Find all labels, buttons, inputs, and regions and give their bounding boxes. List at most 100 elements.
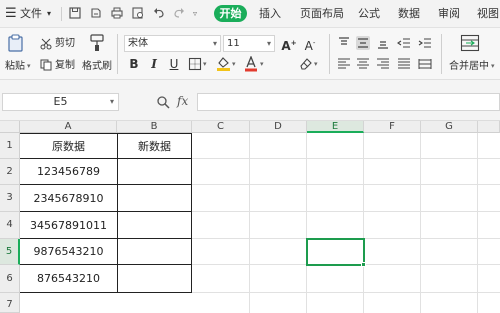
justify-icon[interactable] [397, 57, 411, 71]
cell-b6[interactable] [118, 266, 191, 292]
print-icon[interactable] [110, 6, 124, 20]
chevron-down-icon[interactable]: ▾ [203, 60, 207, 68]
column-header-a[interactable]: A [20, 121, 117, 133]
tab-insert[interactable]: 插入 [259, 7, 281, 21]
cell-b3[interactable] [118, 186, 191, 211]
cell-b1[interactable]: 新数据 [118, 135, 191, 158]
chevron-down-icon[interactable]: ▾ [491, 62, 495, 70]
bold-button[interactable]: B [128, 57, 140, 71]
fx-icon[interactable]: fx [177, 94, 188, 108]
table-border [20, 184, 192, 185]
row-header-4[interactable]: 4 [0, 212, 20, 239]
font-color-icon[interactable] [244, 56, 258, 72]
copy-button[interactable]: 复制 [55, 60, 75, 72]
fill-color-icon[interactable] [216, 56, 231, 72]
name-box[interactable]: E5 ▾ [2, 93, 119, 111]
quick-access-more-icon[interactable]: ▿ [193, 7, 197, 21]
cell-b4[interactable] [118, 213, 191, 238]
row-header-7[interactable]: 7 [0, 293, 20, 313]
align-top-icon[interactable] [337, 36, 351, 50]
cell-a1[interactable]: 原数据 [20, 135, 117, 158]
column-header-b[interactable]: B [117, 121, 192, 133]
column-header-f[interactable]: F [364, 121, 421, 133]
decrease-font-icon[interactable]: A- [302, 36, 318, 53]
scissors-icon[interactable] [40, 38, 52, 50]
column-header-overflow[interactable] [478, 121, 500, 133]
eraser-icon[interactable] [299, 57, 313, 71]
tab-home[interactable]: 开始 [214, 5, 247, 22]
selected-cell-e5[interactable] [306, 238, 365, 266]
indent-increase-icon[interactable] [418, 36, 432, 50]
export-icon[interactable] [89, 6, 103, 20]
paste-button[interactable]: 粘贴 [5, 61, 25, 73]
underline-button[interactable]: U [168, 57, 180, 71]
save-icon[interactable] [68, 6, 82, 20]
align-middle-icon[interactable] [356, 36, 370, 50]
chevron-down-icon[interactable]: ▾ [110, 94, 114, 110]
distributed-align-icon[interactable] [418, 57, 432, 71]
chevron-down-icon[interactable]: ▾ [232, 60, 236, 68]
select-all-corner[interactable] [0, 121, 20, 133]
format-painter-icon[interactable] [88, 33, 106, 53]
column-header-g[interactable]: G [421, 121, 478, 133]
cell-b2[interactable] [118, 160, 191, 184]
indent-decrease-icon[interactable] [397, 36, 411, 50]
chevron-down-icon[interactable]: ▾ [314, 60, 318, 68]
merge-cells-icon[interactable] [460, 34, 480, 52]
tab-data[interactable]: 数据 [398, 7, 420, 21]
format-painter-button[interactable]: 格式刷 [82, 61, 112, 73]
cell-a3[interactable]: 2345678910 [20, 186, 117, 211]
border-icon[interactable] [188, 57, 202, 71]
align-center-icon[interactable] [356, 57, 370, 71]
row-header-2[interactable]: 2 [0, 159, 20, 185]
fill-handle[interactable] [361, 262, 366, 267]
undo-icon[interactable] [152, 6, 166, 20]
cell-a5[interactable]: 9876543210 [20, 240, 117, 264]
paste-icon[interactable] [6, 33, 26, 53]
cell-b5[interactable] [118, 240, 191, 264]
row-header-5[interactable]: 5 [0, 239, 20, 265]
column-header-c[interactable]: C [192, 121, 250, 133]
increase-font-icon[interactable]: A+ [281, 36, 297, 53]
cut-button[interactable]: 剪切 [55, 38, 75, 50]
file-menu[interactable]: 文件 [20, 7, 42, 21]
tab-view[interactable]: 视图 [477, 7, 499, 21]
cell-a4[interactable]: 34567891011 [20, 213, 117, 238]
gridline [306, 133, 307, 313]
align-right-icon[interactable] [376, 57, 390, 71]
row-header-1[interactable]: 1 [0, 133, 20, 159]
chevron-down-icon[interactable]: ▾ [47, 7, 51, 21]
table-border [20, 292, 192, 293]
chevron-down-icon[interactable]: ▾ [27, 62, 31, 70]
copy-icon[interactable] [40, 59, 52, 71]
row-header-3[interactable]: 3 [0, 185, 20, 212]
cell-a2[interactable]: 123456789 [20, 160, 117, 184]
column-header-e[interactable]: E [307, 121, 364, 133]
chevron-down-icon[interactable]: ▾ [213, 36, 217, 51]
tab-page-layout[interactable]: 页面布局 [300, 7, 344, 21]
align-bottom-icon[interactable] [376, 36, 390, 50]
chevron-down-icon[interactable]: ▾ [260, 60, 264, 68]
row-header-6[interactable]: 6 [0, 265, 20, 293]
divider [329, 34, 330, 74]
gridline [477, 133, 478, 313]
divider [441, 34, 442, 74]
tab-formulas[interactable]: 公式 [358, 7, 380, 21]
chevron-down-icon[interactable]: ▾ [267, 36, 271, 51]
column-header-d[interactable]: D [250, 121, 307, 133]
font-size-value: 11 [227, 38, 240, 49]
font-size-select[interactable]: 11 ▾ [223, 35, 275, 52]
ribbon-toolbar: 粘贴 ▾ 剪切 复制 格式刷 宋体 ▾ 11 ▾ A+ A- B I U ▾ ▾… [0, 28, 500, 80]
menu-icon[interactable]: ☰ [5, 7, 17, 21]
align-left-icon[interactable] [337, 57, 351, 71]
zoom-search-icon[interactable] [156, 95, 170, 109]
table-border [20, 211, 192, 212]
merge-center-button[interactable]: 合并居中 [449, 61, 489, 73]
italic-button[interactable]: I [148, 57, 160, 71]
font-name-select[interactable]: 宋体 ▾ [124, 35, 221, 52]
tab-review[interactable]: 审阅 [438, 7, 460, 21]
print-preview-icon[interactable] [131, 6, 145, 20]
cell-a6[interactable]: 876543210 [20, 266, 117, 292]
formula-input[interactable] [197, 93, 500, 111]
redo-icon[interactable] [172, 6, 186, 20]
